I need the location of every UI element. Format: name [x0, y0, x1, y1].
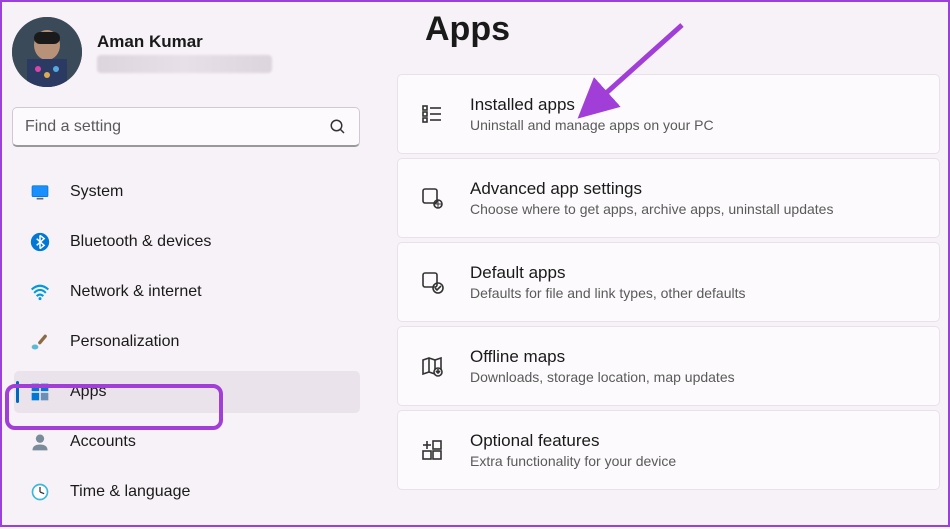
profile-name: Aman Kumar	[97, 32, 272, 52]
profile[interactable]: Aman Kumar	[12, 12, 362, 102]
card-subtitle: Downloads, storage location, map updates	[470, 369, 735, 385]
main: Apps Installed apps Uninstall and manage…	[397, 2, 948, 529]
bluetooth-icon	[30, 232, 50, 252]
card-offline-maps[interactable]: Offline maps Downloads, storage location…	[397, 326, 940, 406]
clock-icon	[30, 482, 50, 502]
page-title: Apps	[425, 10, 948, 49]
settings-cards: Installed apps Uninstall and manage apps…	[397, 74, 948, 490]
sidebar-item-bluetooth[interactable]: Bluetooth & devices	[14, 221, 360, 263]
sidebar-item-personalization[interactable]: Personalization	[14, 321, 360, 363]
sidebar-item-label: Bluetooth & devices	[70, 233, 211, 251]
sidebar-item-network[interactable]: Network & internet	[14, 271, 360, 313]
app-gear-icon	[420, 186, 444, 210]
list-icon	[420, 102, 444, 126]
wifi-icon	[30, 282, 50, 302]
card-title: Installed apps	[470, 95, 714, 115]
sidebar-item-label: Accounts	[70, 433, 136, 451]
sidebar-item-system[interactable]: System	[14, 171, 360, 213]
card-body: Offline maps Downloads, storage location…	[470, 347, 735, 385]
search-box[interactable]	[12, 107, 360, 147]
sidebar-item-label: Apps	[70, 383, 106, 401]
default-apps-icon	[420, 270, 444, 294]
card-title: Offline maps	[470, 347, 735, 367]
card-default-apps[interactable]: Default apps Defaults for file and link …	[397, 242, 940, 322]
sidebar-item-label: Network & internet	[70, 283, 202, 301]
card-subtitle: Extra functionality for your device	[470, 453, 676, 469]
card-title: Optional features	[470, 431, 676, 451]
card-body: Optional features Extra functionality fo…	[470, 431, 676, 469]
card-subtitle: Choose where to get apps, archive apps, …	[470, 201, 833, 217]
card-body: Default apps Defaults for file and link …	[470, 263, 745, 301]
nav: System Bluetooth & devices Network & int…	[12, 167, 362, 517]
card-title: Default apps	[470, 263, 745, 283]
sidebar-item-time[interactable]: Time & language	[14, 471, 360, 513]
card-subtitle: Defaults for file and link types, other …	[470, 285, 745, 301]
search-icon	[329, 118, 347, 136]
profile-info: Aman Kumar	[97, 32, 272, 73]
profile-email-redacted	[97, 55, 272, 73]
sidebar-item-accounts[interactable]: Accounts	[14, 421, 360, 463]
accounts-icon	[30, 432, 50, 452]
sidebar-item-label: Personalization	[70, 333, 179, 351]
sidebar-item-apps[interactable]: Apps	[14, 371, 360, 413]
search-input[interactable]	[25, 118, 329, 136]
sidebar: Aman Kumar System Bluetooth & devices	[2, 2, 362, 529]
paintbrush-icon	[30, 332, 50, 352]
card-body: Advanced app settings Choose where to ge…	[470, 179, 833, 217]
card-body: Installed apps Uninstall and manage apps…	[470, 95, 714, 133]
card-title: Advanced app settings	[470, 179, 833, 199]
avatar	[12, 17, 82, 87]
card-subtitle: Uninstall and manage apps on your PC	[470, 117, 714, 133]
plus-grid-icon	[420, 438, 444, 462]
card-installed-apps[interactable]: Installed apps Uninstall and manage apps…	[397, 74, 940, 154]
sidebar-item-label: System	[70, 183, 123, 201]
card-optional-features[interactable]: Optional features Extra functionality fo…	[397, 410, 940, 490]
sidebar-item-label: Time & language	[70, 483, 190, 501]
map-icon	[420, 354, 444, 378]
system-icon	[30, 182, 50, 202]
apps-icon	[30, 382, 50, 402]
card-advanced-app-settings[interactable]: Advanced app settings Choose where to ge…	[397, 158, 940, 238]
